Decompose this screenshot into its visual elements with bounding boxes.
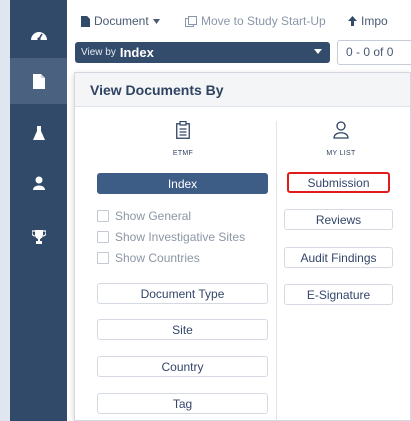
checkbox-box [97,210,109,222]
nav-awards[interactable] [10,214,67,260]
show-general-checkbox[interactable]: Show General [97,208,191,224]
document-menu-label: Document [94,14,149,28]
nav-rail [10,0,67,421]
e-signature-button[interactable]: E-Signature [284,284,393,305]
show-countries-checkbox[interactable]: Show Countries [97,250,200,266]
trophy-icon [31,230,46,244]
import-label: Impo [361,14,388,28]
panel-title: View Documents By [90,82,224,98]
column-divider [276,121,277,421]
view-by-prefix: View by [81,47,116,58]
view-by-select[interactable]: View by Index [75,42,330,63]
nav-users[interactable] [10,160,67,206]
etmf-caption: ETMF [172,150,194,157]
user-icon [32,176,45,190]
my-list-caption: MY LIST [326,150,356,157]
caret-down-icon [152,18,160,24]
document-icon [32,73,45,89]
checkbox-label: Show Countries [115,251,200,265]
site-button[interactable]: Site [97,319,268,340]
nav-documents[interactable] [10,58,67,104]
document-icon [81,15,90,27]
caret-down-icon [314,49,322,54]
checkbox-box [97,231,109,243]
move-button[interactable]: Move to Study Start-Up [185,14,326,28]
move-icon [185,15,197,27]
toolbar: Document Move to Study Start-Up Impo Vie… [67,0,411,80]
checkbox-label: Show Investigative Sites [115,230,246,244]
document-menu[interactable]: Document [81,14,160,28]
checkbox-box [97,252,109,264]
document-type-button[interactable]: Document Type [97,283,268,304]
country-button[interactable]: Country [97,356,268,377]
view-documents-panel: View Documents By ETMF Index Show Genera… [74,72,411,421]
reviews-button[interactable]: Reviews [284,209,393,230]
move-label: Move to Study Start-Up [201,14,326,28]
index-button[interactable]: Index [97,173,268,194]
arrow-up-icon [348,16,357,26]
submission-button[interactable]: Submission [287,172,390,193]
result-count: 0 - 0 of 0 [337,40,411,65]
my-list-icon [331,121,351,139]
audit-findings-button[interactable]: Audit Findings [284,247,393,268]
flask-icon [32,126,45,140]
dashboard-icon [30,32,47,41]
tag-button[interactable]: Tag [97,393,268,414]
checkbox-label: Show General [115,209,192,223]
etmf-icon [173,121,193,139]
panel-header: View Documents By [75,73,410,107]
show-investigative-sites-checkbox[interactable]: Show Investigative Sites [97,229,245,245]
nav-dashboard[interactable] [10,12,67,58]
view-by-value: Index [119,45,154,60]
nav-studies[interactable] [10,110,67,156]
import-button[interactable]: Impo [348,14,388,28]
